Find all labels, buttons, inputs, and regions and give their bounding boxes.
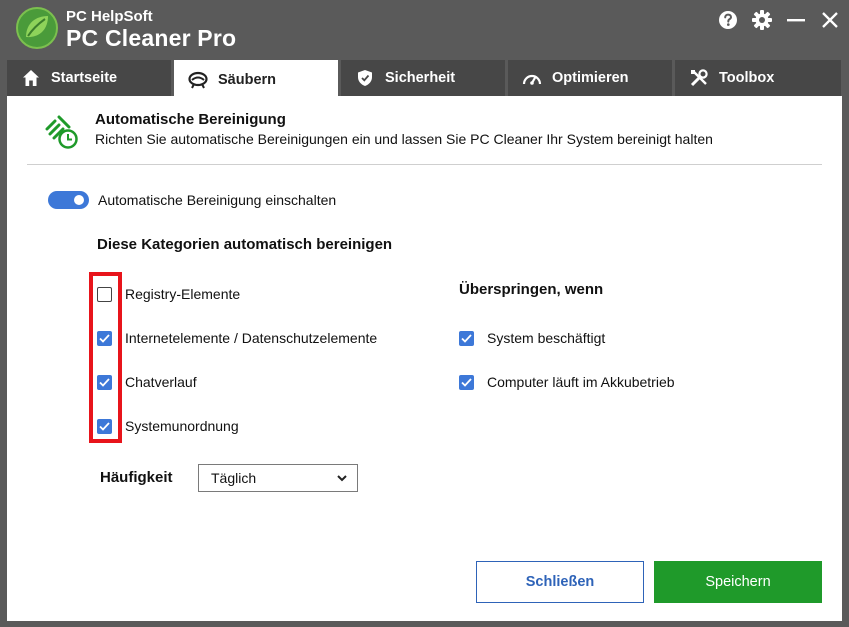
tab-sicherheit[interactable]: Sicherheit (341, 60, 505, 96)
save-button[interactable]: Speichern (654, 561, 822, 603)
tab-label: Startseite (51, 70, 118, 86)
app-logo-icon (16, 7, 58, 49)
checkbox-label: Chatverlauf (125, 374, 197, 390)
tab-optimieren[interactable]: Optimieren (508, 60, 672, 96)
auto-clean-icon (45, 115, 78, 149)
skip-busy[interactable]: System beschäftigt (459, 328, 605, 348)
settings-button[interactable] (750, 8, 774, 32)
toggle-knob (74, 195, 84, 205)
checkmark-icon (461, 377, 472, 387)
content-panel: Automatische Bereinigung Richten Sie aut… (7, 96, 842, 621)
checkbox-label: Internetelemente / Datenschutzelemente (125, 330, 378, 346)
shield-icon (355, 68, 375, 88)
frequency-value: Täglich (211, 470, 257, 486)
tab-label: Säubern (218, 72, 277, 88)
page-subtitle: Richten Sie automatische Bereinigungen e… (95, 131, 713, 147)
checkbox-label: Systemunordnung (125, 418, 239, 434)
frequency-label: Häufigkeit (100, 469, 173, 486)
chevron-down-icon (337, 475, 347, 482)
page-title: Automatische Bereinigung (95, 111, 286, 128)
toggle-label: Automatische Bereinigung einschalten (98, 192, 337, 208)
help-icon (719, 11, 737, 29)
skip-battery[interactable]: Computer läuft im Akkubetrieb (459, 372, 675, 392)
broom-icon (188, 70, 208, 90)
close-icon (822, 12, 838, 28)
highlight-box (89, 272, 122, 443)
home-icon (21, 68, 41, 88)
tab-toolbox[interactable]: Toolbox (675, 60, 841, 96)
close-button[interactable]: Schließen (476, 561, 644, 603)
minimize-button[interactable] (784, 8, 808, 32)
checkbox-label: System beschäftigt (487, 330, 606, 346)
brand-company: PC HelpSoft (66, 8, 153, 25)
header-divider (27, 164, 822, 165)
checkbox-label: Registry-Elemente (125, 286, 241, 302)
categories-title: Diese Kategorien automatisch bereinigen (97, 236, 393, 253)
tab-startseite[interactable]: Startseite (7, 60, 171, 96)
checkbox-skip-busy[interactable] (459, 330, 474, 346)
speedometer-icon (522, 68, 542, 88)
skip-title: Überspringen, wenn (459, 281, 604, 298)
main-tabs: Startseite Säubern Sicherheit Optimieren (0, 58, 849, 100)
tools-icon (689, 68, 709, 88)
minimize-icon (787, 19, 805, 22)
tab-label: Sicherheit (385, 70, 456, 86)
close-window-button[interactable] (818, 8, 842, 32)
help-button[interactable] (716, 8, 740, 32)
checkmark-icon (461, 333, 472, 343)
title-bar: PC HelpSoft PC Cleaner Pro (0, 0, 849, 58)
auto-clean-toggle[interactable] (48, 191, 89, 209)
brand-product: PC Cleaner Pro (66, 25, 237, 51)
tab-label: Optimieren (552, 70, 629, 86)
gear-icon (752, 10, 772, 30)
tab-label: Toolbox (719, 70, 775, 86)
tab-saeubern[interactable]: Säubern (174, 60, 338, 100)
checkbox-label: Computer läuft im Akkubetrieb (487, 374, 675, 390)
checkbox-skip-battery[interactable] (459, 374, 474, 390)
frequency-select[interactable]: Täglich (198, 464, 358, 492)
category-internet[interactable]: Internetelemente / Datenschutzelemente (97, 328, 377, 348)
